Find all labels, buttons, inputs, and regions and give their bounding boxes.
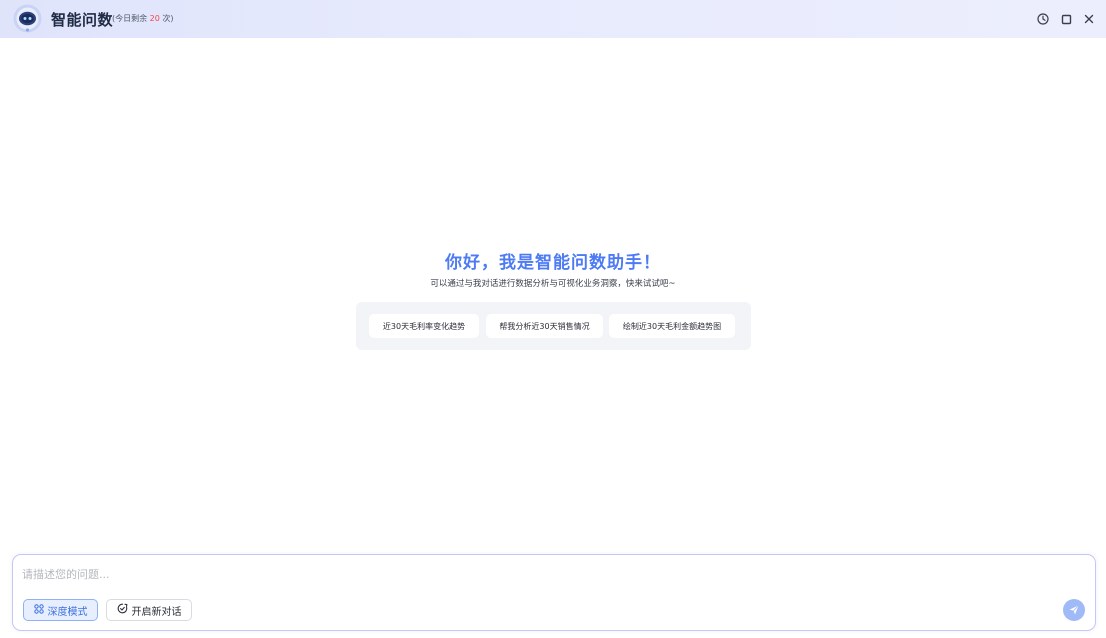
deep-mode-icon bbox=[33, 603, 44, 617]
message-composer: 深度模式 开启新对话 bbox=[12, 554, 1096, 631]
welcome-subtitle: 可以通过与我对话进行数据分析与可视化业务洞察，快来试试吧~ bbox=[430, 279, 676, 289]
deep-mode-button[interactable]: 深度模式 bbox=[23, 599, 98, 621]
deep-mode-label: 深度模式 bbox=[47, 606, 88, 618]
title-bar: 智能问数 (今日剩余 20 次) bbox=[0, 0, 1106, 38]
suggestion-chip[interactable]: 帮我分析近30天销售情况 bbox=[486, 314, 603, 338]
robot-logo-icon bbox=[13, 4, 42, 33]
new-chat-label: 开启新对话 bbox=[131, 606, 182, 618]
send-icon bbox=[1068, 601, 1080, 620]
quota-count: 20 bbox=[149, 14, 160, 23]
close-icon[interactable] bbox=[1081, 11, 1097, 27]
history-clock-icon[interactable] bbox=[1035, 11, 1051, 27]
new-chat-button[interactable]: 开启新对话 bbox=[106, 599, 192, 621]
quota-prefix: (今日剩余 bbox=[112, 14, 148, 23]
suggestion-panel: 近30天毛利率变化趋势 帮我分析近30天销售情况 绘制近30天毛利金额趋势图 bbox=[356, 302, 751, 350]
maximize-icon[interactable] bbox=[1058, 11, 1074, 27]
welcome-title: 你好，我是智能问数助手！ bbox=[445, 253, 661, 273]
daily-quota: (今日剩余 20 次) bbox=[112, 13, 174, 24]
app-title: 智能问数 bbox=[51, 11, 114, 29]
send-button[interactable] bbox=[1063, 599, 1085, 621]
suggestion-chip[interactable]: 近30天毛利率变化趋势 bbox=[369, 314, 479, 338]
question-input[interactable] bbox=[22, 565, 1022, 583]
suggestion-chip[interactable]: 绘制近30天毛利金额趋势图 bbox=[609, 314, 735, 338]
quota-suffix: 次) bbox=[162, 14, 174, 23]
new-chat-icon bbox=[117, 603, 128, 617]
